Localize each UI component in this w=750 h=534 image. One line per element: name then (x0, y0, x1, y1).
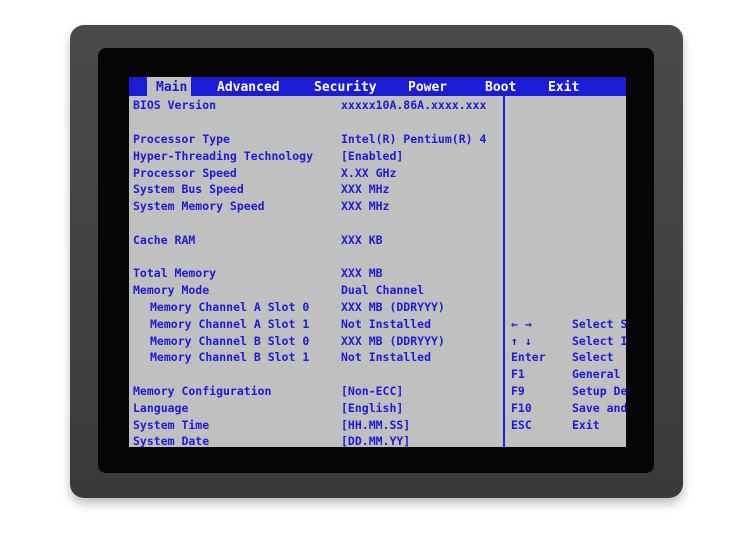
help-description: Save and (572, 401, 626, 415)
tab-advanced[interactable]: Advanced (217, 77, 280, 96)
tab-power[interactable]: Power (408, 77, 447, 96)
setting-label: Total Memory (133, 266, 217, 280)
setting-value[interactable]: [DD.MM.YY] (341, 433, 410, 447)
setting-label: Memory Mode (133, 283, 210, 297)
setting-label: Language (133, 401, 189, 415)
setting-value[interactable]: [English] (341, 400, 403, 417)
setting-value[interactable]: [HH.MM.SS] (341, 417, 410, 434)
setting-label: Hyper-Threading Technology (133, 149, 314, 163)
help-key: F9 (511, 384, 525, 398)
up-down-arrows-icon: ↑ ↓ (511, 334, 532, 348)
setting-value: XXX MB (341, 266, 383, 280)
left-right-arrows-icon: ← → (511, 317, 532, 331)
tab-main[interactable]: Main (147, 77, 192, 96)
setting-value: Not Installed (341, 317, 432, 331)
setting-label: System Date (133, 434, 210, 447)
help-description: Setup De (572, 384, 626, 398)
help-key: Enter (511, 350, 546, 364)
setting-label: Memory Channel B Slot 1 (150, 350, 310, 364)
setting-value: Intel(R) Pentium(R) 4 (341, 132, 487, 146)
setting-label: Processor Type (133, 132, 230, 146)
help-description: Exit (572, 418, 600, 432)
setting-value: XXX MHz (341, 182, 390, 196)
setting-label: System Memory Speed (133, 199, 265, 213)
setting-value: XXX MB (DDRYYY) (341, 334, 445, 348)
tab-boot[interactable]: Boot (485, 77, 516, 96)
setting-label: Cache RAM (133, 233, 196, 247)
setting-label: Processor Speed (133, 166, 237, 180)
help-description: General (572, 367, 621, 381)
help-key: ESC (511, 418, 532, 432)
help-key: F10 (511, 401, 532, 415)
help-description: Select S (572, 317, 626, 331)
setting-value: XXX KB (341, 233, 383, 247)
tab-exit[interactable]: Exit (548, 77, 579, 96)
setting-value: X.XX GHz (341, 166, 397, 180)
setting-label: Memory Channel A Slot 1 (150, 317, 310, 331)
help-key: F1 (511, 367, 525, 381)
setting-label: Memory Channel A Slot 0 (150, 300, 310, 314)
setting-value: Not Installed (341, 350, 432, 364)
bios-screen: Main Advanced Security Power Boot Exit B… (129, 77, 626, 447)
setting-label: System Bus Speed (133, 182, 244, 196)
setting-label: BIOS Version (133, 98, 217, 112)
setting-label: Memory Channel B Slot 0 (150, 334, 310, 348)
panel-divider (503, 96, 505, 447)
setting-value[interactable]: [Enabled] (341, 148, 403, 165)
setting-value: xxxxx10A.86A.xxxx.xxx (341, 98, 487, 112)
help-description: Select I (572, 334, 626, 348)
tab-security[interactable]: Security (314, 77, 377, 96)
setting-value: XXX MHz (341, 199, 390, 213)
setting-value: XXX MB (DDRYYY) (341, 300, 445, 314)
setting-value[interactable]: [Non-ECC] (341, 383, 403, 400)
setting-label: Memory Configuration (133, 384, 272, 398)
setting-value: Dual Channel (341, 283, 425, 297)
help-description: Select (572, 350, 614, 364)
setting-label: System Time (133, 418, 210, 432)
bios-menu-bar: Main Advanced Security Power Boot Exit (129, 77, 626, 96)
